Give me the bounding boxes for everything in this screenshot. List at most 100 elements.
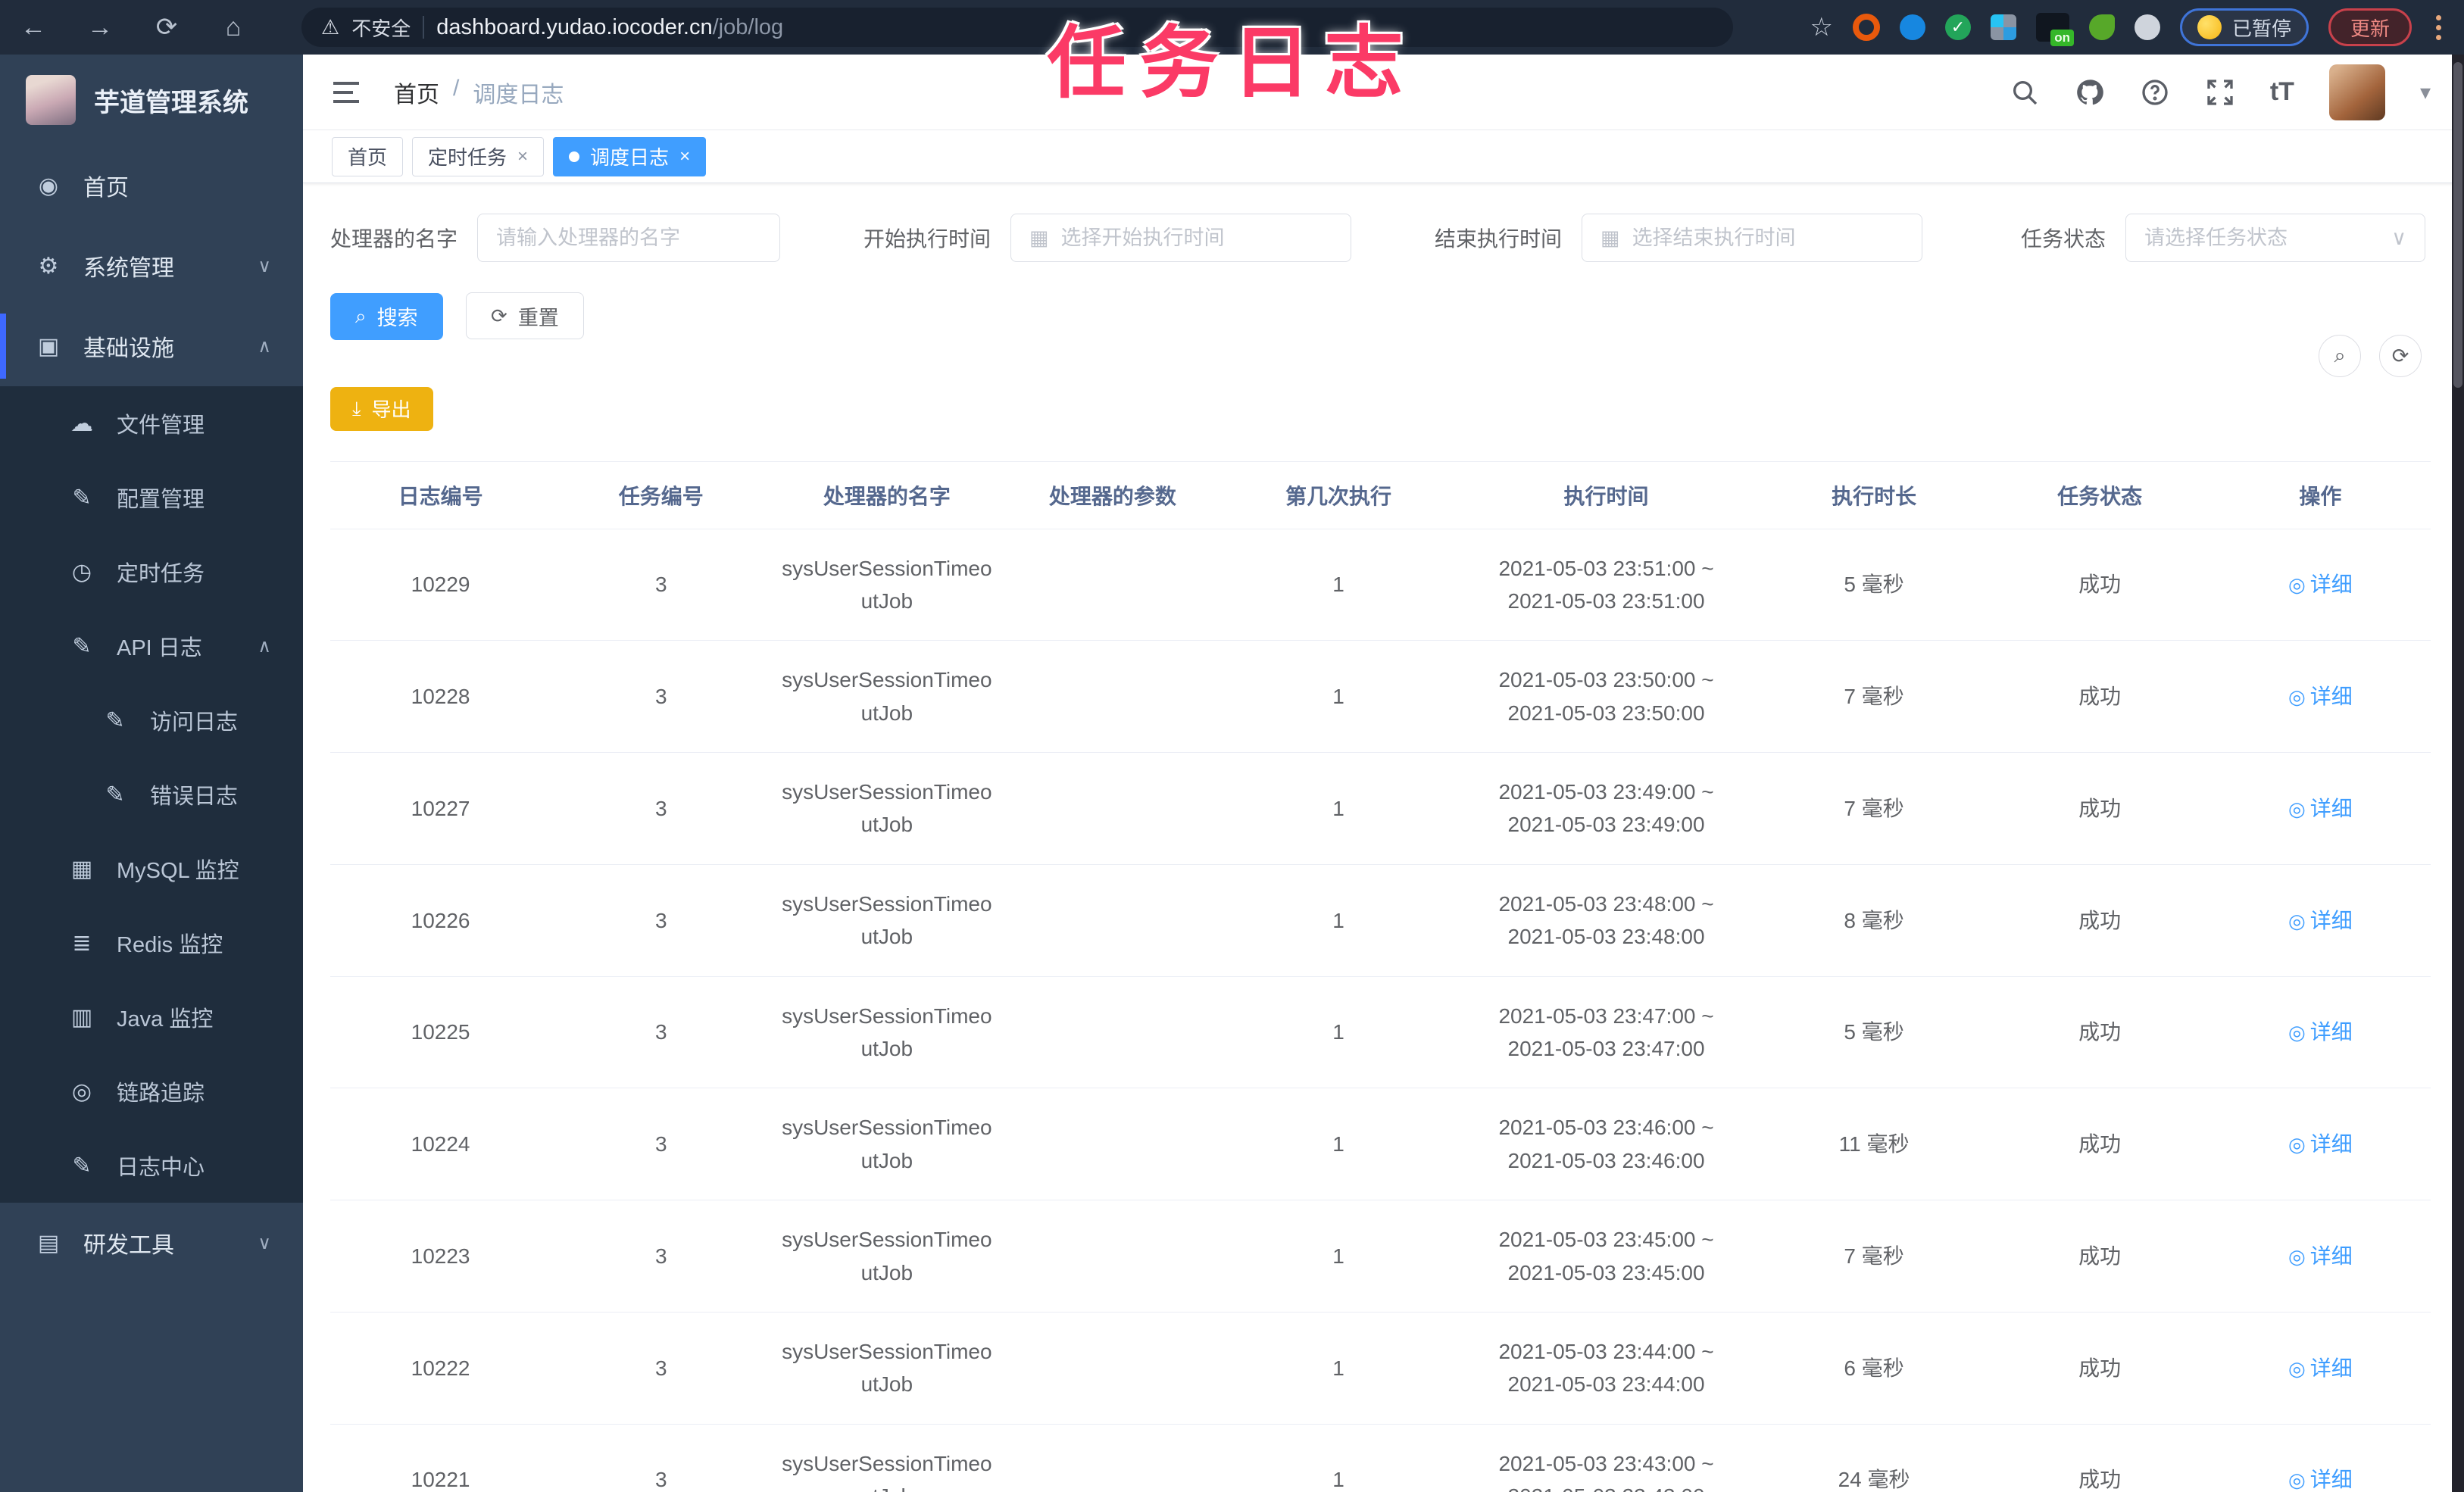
extension-switch-icon[interactable]: on: [2035, 13, 2074, 46]
browser-home-icon[interactable]: ⌂: [200, 13, 267, 42]
avatar-caret-icon[interactable]: ▾: [2420, 80, 2431, 105]
scrollbar[interactable]: [2452, 55, 2464, 1492]
exec-index-cell: 1: [1223, 1312, 1454, 1425]
begin-time-input-field[interactable]: [1060, 226, 1333, 250]
detail-link[interactable]: ◎ 详细: [2288, 797, 2353, 820]
sidebar-toggle-icon[interactable]: [326, 74, 367, 111]
browser-back-icon[interactable]: ←: [0, 13, 67, 42]
extension-blue-icon[interactable]: [1899, 14, 1925, 40]
handler-name: sysUserSessionTimeoutJob: [782, 668, 992, 725]
search-button[interactable]: ⌕ 搜索: [330, 292, 443, 340]
detail-link[interactable]: ◎ 详细: [2288, 685, 2353, 708]
sidebar-item-label: Redis 监控: [117, 933, 223, 957]
log-id-cell: 10221: [330, 1424, 551, 1492]
refresh-table-button[interactable]: ⟳: [2379, 335, 2422, 377]
detail-link[interactable]: ◎ 详细: [2288, 1244, 2353, 1268]
close-icon[interactable]: ×: [679, 146, 690, 167]
url-path: /job/log: [712, 14, 784, 39]
job-status-select[interactable]: ∨: [2125, 214, 2426, 262]
extensions-puzzle-icon[interactable]: [2134, 14, 2160, 40]
detail-link[interactable]: ◎ 详细: [2288, 573, 2353, 596]
sidebar-item-Java-监控[interactable]: ▥ Java 监控: [0, 980, 303, 1054]
user-avatar[interactable]: [2328, 64, 2385, 120]
end-time-input-field[interactable]: [1632, 226, 1904, 250]
column-header: 处理器的参数: [1002, 460, 1223, 529]
sidebar-item-研发工具[interactable]: ▤ 研发工具 ∨: [0, 1203, 303, 1283]
table-row: 10225 3 sysUserSessionTimeoutJob 1 2021-05-0…: [330, 976, 2431, 1089]
job-status-select-field[interactable]: [2144, 226, 2380, 250]
detail-link[interactable]: ◎ 详细: [2288, 1356, 2353, 1380]
extension-orange-icon[interactable]: [1852, 14, 1880, 41]
status-cell: 成功: [1989, 1424, 2210, 1492]
sidebar-item-MySQL-监控[interactable]: ▦ MySQL 监控: [0, 832, 303, 906]
sidebar-item-系统管理[interactable]: ⚙ 系统管理 ∨: [0, 226, 303, 306]
address-bar[interactable]: ⚠ 不安全 dashboard.yudao.iocoder.cn/job/log: [301, 8, 1733, 47]
detail-link[interactable]: ◎ 详细: [2288, 1468, 2353, 1491]
app-title: 芋道管理系统: [94, 88, 248, 117]
scrollbar-thumb[interactable]: [2453, 62, 2462, 388]
sidebar-item-日志中心[interactable]: ✎ 日志中心: [0, 1128, 303, 1203]
breadcrumb-home[interactable]: 首页: [394, 76, 439, 109]
browser-reload-icon[interactable]: ⟳: [133, 12, 200, 42]
extension-grid-icon[interactable]: [1990, 14, 2016, 40]
toolbox-icon: ▤: [37, 1230, 60, 1256]
end-time-picker[interactable]: ▦: [1582, 214, 1923, 262]
extension-green-check-icon[interactable]: ✓: [1944, 14, 1971, 40]
sidebar-item-首页[interactable]: ◉ 首页: [0, 145, 303, 226]
sidebar-item-配置管理[interactable]: ✎ 配置管理: [0, 460, 303, 535]
sidebar-item-定时任务[interactable]: ◷ 定时任务: [0, 535, 303, 609]
bookmark-star-icon[interactable]: ☆: [1810, 12, 1832, 42]
detail-link[interactable]: ◎ 详细: [2288, 1132, 2353, 1156]
logo[interactable]: 芋道管理系统: [0, 55, 303, 145]
duration-cell: 5 毫秒: [1758, 976, 1990, 1089]
browser-menu-icon[interactable]: [2431, 14, 2446, 40]
detail-link[interactable]: ◎ 详细: [2288, 909, 2353, 932]
tab-首页[interactable]: 首页: [332, 136, 404, 176]
chevron-down-icon: ∨: [258, 1232, 271, 1253]
sidebar-item-基础设施[interactable]: ▣ 基础设施 ∧: [0, 306, 303, 386]
handler-name-input[interactable]: [477, 214, 781, 262]
job-id-cell: 3: [551, 640, 772, 754]
table-row: 10227 3 sysUserSessionTimeoutJob 1 2021-05-0…: [330, 752, 2431, 865]
sidebar-item-Redis-监控[interactable]: ≣ Redis 监控: [0, 906, 303, 980]
column-header: 任务状态: [1989, 460, 2210, 529]
browser-update-button[interactable]: 更新: [2328, 8, 2412, 46]
exec-time-cell: 2021-05-03 23:50:00 ~ 2021-05-03 23:50:00: [1454, 640, 1759, 754]
breadcrumb-current: 调度日志: [473, 82, 564, 108]
time-start: 2021-05-03 23:51:00 ~: [1498, 556, 1714, 580]
sidebar-item-访问日志[interactable]: ✎ 访问日志: [0, 683, 303, 757]
insecure-warning-icon: ⚠: [321, 15, 340, 39]
search-icon[interactable]: [2010, 77, 2040, 108]
browser-forward-icon[interactable]: →: [67, 13, 133, 42]
calendar-icon: ▦: [1029, 226, 1049, 249]
begin-time-picker[interactable]: ▦: [1010, 214, 1352, 262]
sidebar-item-API-日志[interactable]: ✎ API 日志 ∧: [0, 609, 303, 683]
calendar-icon: ▦: [1601, 226, 1620, 249]
detail-link[interactable]: ◎ 详细: [2288, 1020, 2353, 1044]
toggle-search-button[interactable]: ⌕: [2319, 335, 2361, 377]
fullscreen-icon[interactable]: [2205, 77, 2235, 108]
github-icon[interactable]: [2075, 77, 2105, 108]
exec-index-cell: 1: [1223, 1200, 1454, 1313]
browser-profile-chip[interactable]: 已暂停: [2179, 8, 2309, 46]
export-button[interactable]: ⤓ 导出: [330, 386, 433, 431]
time-start: 2021-05-03 23:50:00 ~: [1498, 668, 1714, 692]
sidebar-item-label: 定时任务: [117, 562, 205, 586]
dashboard-icon: ◉: [38, 173, 59, 198]
font-size-icon[interactable]: tT: [2270, 77, 2294, 107]
sidebar-item-文件管理[interactable]: ☁ 文件管理: [0, 386, 303, 460]
extension-leaf-icon[interactable]: [2088, 14, 2115, 40]
help-icon[interactable]: [2140, 77, 2170, 108]
close-icon[interactable]: ×: [517, 146, 528, 167]
sidebar-item-链路追踪[interactable]: ◎ 链路追踪: [0, 1054, 303, 1128]
sidebar-item-错误日志[interactable]: ✎ 错误日志: [0, 757, 303, 832]
status-cell: 成功: [1989, 976, 2210, 1089]
log-id-cell: 10226: [330, 864, 551, 977]
reset-button[interactable]: ⟳ 重置: [466, 292, 584, 339]
exec-time-cell: 2021-05-03 23:44:00 ~ 2021-05-03 23:44:00: [1454, 1312, 1759, 1425]
tab-调度日志[interactable]: 调度日志 ×: [553, 136, 707, 176]
tab-定时任务[interactable]: 定时任务 ×: [412, 136, 545, 176]
handler-name-input-field[interactable]: [496, 226, 762, 250]
table-row: 10226 3 sysUserSessionTimeoutJob 1 2021-05-0…: [330, 864, 2431, 977]
duration-cell: 8 毫秒: [1758, 864, 1990, 977]
